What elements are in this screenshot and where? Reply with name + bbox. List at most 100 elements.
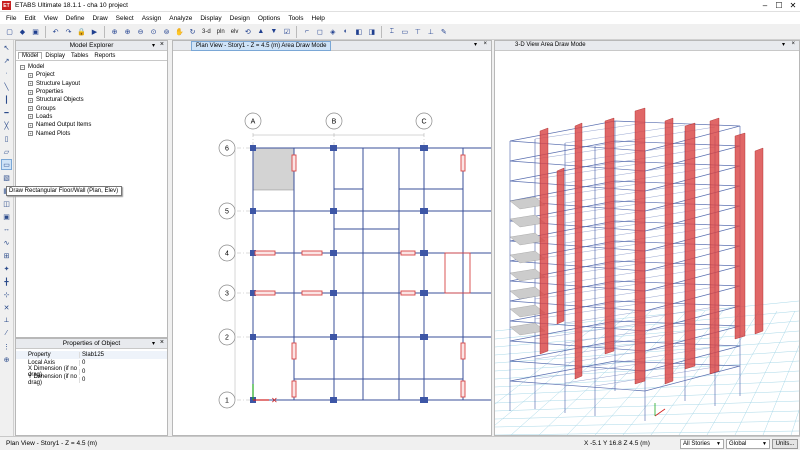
minimize-button[interactable]: – bbox=[758, 0, 772, 12]
link-icon[interactable]: ⊞ bbox=[1, 250, 12, 261]
3d-canvas[interactable] bbox=[495, 51, 799, 435]
menu-tools[interactable]: Tools bbox=[286, 15, 309, 22]
expand-icon[interactable]: + bbox=[28, 114, 33, 120]
property-value[interactable]: 0 bbox=[79, 360, 167, 367]
mid-snap-icon[interactable]: ╋ bbox=[1, 276, 12, 287]
display-options-icon[interactable]: ◐ bbox=[340, 26, 351, 37]
tree-item-loads[interactable]: + Loads bbox=[20, 113, 167, 121]
menu-file[interactable]: File bbox=[4, 15, 22, 22]
property-row[interactable]: Property Slab125 bbox=[16, 351, 167, 360]
rubber-band-icon[interactable]: ◻ bbox=[314, 26, 325, 37]
menu-define[interactable]: Define bbox=[64, 15, 91, 22]
zoom-out-icon[interactable]: ⊖ bbox=[135, 26, 146, 37]
menu-assign[interactable]: Assign bbox=[140, 15, 168, 22]
tendon-icon[interactable]: ∿ bbox=[1, 237, 12, 248]
tree-item-named-plots[interactable]: + Named Plots bbox=[20, 129, 167, 137]
line-snap-icon[interactable]: ⁄ bbox=[1, 328, 12, 339]
property-value[interactable]: 0 bbox=[79, 368, 167, 375]
tab-display[interactable]: Display bbox=[42, 53, 68, 59]
zoom-all-icon[interactable]: ⊚ bbox=[161, 26, 172, 37]
tree-item-structure-layout[interactable]: + Structure Layout bbox=[20, 80, 167, 88]
menu-options[interactable]: Options bbox=[256, 15, 286, 22]
intersect-icon[interactable]: ✕ bbox=[1, 302, 12, 313]
area-void-icon[interactable]: ▧ bbox=[1, 172, 12, 183]
frame-icon[interactable]: ╲ bbox=[1, 81, 12, 92]
zoom-window-icon[interactable]: ⊙ bbox=[148, 26, 159, 37]
rect-floor-icon[interactable]: ▭ bbox=[1, 159, 12, 170]
view-plan-button[interactable]: pln bbox=[215, 29, 227, 35]
plan-view-window[interactable]: Plan View - Story1 - Z = 4.5 (m) Area Dr… bbox=[172, 40, 492, 436]
redo-icon[interactable]: ↷ bbox=[63, 26, 74, 37]
menu-help[interactable]: Help bbox=[310, 15, 331, 22]
expand-icon[interactable]: + bbox=[28, 89, 33, 95]
shell-icon[interactable]: ◧ bbox=[353, 26, 364, 37]
save-icon[interactable]: ▣ bbox=[30, 26, 41, 37]
tree-item-model[interactable]: − Model bbox=[20, 63, 167, 71]
perp-icon[interactable]: ⟂ bbox=[1, 315, 12, 326]
lock-icon[interactable]: 🔒 bbox=[76, 26, 87, 37]
reshape-icon[interactable]: ↗ bbox=[1, 55, 12, 66]
floor-icon[interactable]: ▱ bbox=[1, 146, 12, 157]
pointer-icon[interactable]: ↖ bbox=[1, 42, 12, 53]
close-button[interactable]: ✕ bbox=[786, 0, 800, 12]
tree-item-project[interactable]: + Project bbox=[20, 71, 167, 79]
pin-icon[interactable]: ▾ bbox=[152, 42, 155, 49]
zoom-in-icon[interactable]: ⊕ bbox=[122, 26, 133, 37]
pan-icon[interactable]: ✋ bbox=[174, 26, 185, 37]
set-options-icon[interactable]: ☑ bbox=[281, 26, 292, 37]
beam-icon[interactable]: ━ bbox=[1, 107, 12, 118]
expand-icon[interactable]: + bbox=[28, 81, 33, 87]
tab-reports[interactable]: Reports bbox=[91, 53, 118, 59]
dimension-icon[interactable]: ↔ bbox=[1, 224, 12, 235]
menu-edit[interactable]: Edit bbox=[22, 15, 41, 22]
tree-item-groups[interactable]: + Groups bbox=[20, 104, 167, 112]
select-icon[interactable]: ◈ bbox=[327, 26, 338, 37]
tee-icon[interactable]: ⊤ bbox=[412, 26, 423, 37]
menu-view[interactable]: View bbox=[42, 15, 64, 22]
pointer-icon[interactable]: ⌐ bbox=[301, 26, 312, 37]
snap-grid-icon[interactable]: ⊕ bbox=[1, 354, 12, 365]
menu-design[interactable]: Design bbox=[228, 15, 256, 22]
close-view-icon[interactable]: × bbox=[483, 41, 487, 47]
new-icon[interactable]: ▢ bbox=[4, 26, 15, 37]
menu-draw[interactable]: Draw bbox=[90, 15, 113, 22]
wall-icon[interactable]: ▯ bbox=[1, 133, 12, 144]
expand-icon[interactable]: + bbox=[28, 106, 33, 112]
slab-area[interactable] bbox=[252, 147, 295, 191]
grid-icon[interactable]: ▣ bbox=[1, 211, 12, 222]
expand-icon[interactable]: + bbox=[28, 122, 33, 128]
collapse-icon[interactable]: − bbox=[20, 64, 25, 70]
brace-icon[interactable]: ╳ bbox=[1, 120, 12, 131]
move-down-icon[interactable]: ▼ bbox=[268, 26, 279, 37]
units-button[interactable]: Units... bbox=[772, 439, 798, 449]
fine-grid-icon[interactable]: ⋮ bbox=[1, 341, 12, 352]
tree-item-properties[interactable]: + Properties bbox=[20, 88, 167, 96]
tab-tables[interactable]: Tables bbox=[68, 53, 91, 59]
view-elev-button[interactable]: elv bbox=[229, 29, 241, 35]
refresh-icon[interactable]: ↻ bbox=[187, 26, 198, 37]
expand-icon[interactable]: + bbox=[28, 72, 33, 78]
coord-system-select[interactable]: Global ▼ bbox=[726, 439, 770, 449]
zoom-pan-icon[interactable]: ⊕ bbox=[109, 26, 120, 37]
text-icon[interactable]: ✎ bbox=[438, 26, 449, 37]
pin-icon[interactable]: ▾ bbox=[152, 340, 155, 347]
brace-icon[interactable]: ◨ bbox=[366, 26, 377, 37]
beam-icon[interactable]: ⊥ bbox=[425, 26, 436, 37]
section-cut-icon[interactable]: ◫ bbox=[1, 198, 12, 209]
expand-icon[interactable]: + bbox=[28, 131, 33, 137]
view-3d-button[interactable]: 3-d bbox=[200, 29, 213, 35]
close-icon[interactable]: × bbox=[160, 41, 164, 48]
menu-select[interactable]: Select bbox=[114, 15, 140, 22]
close-view-icon[interactable]: × bbox=[791, 41, 795, 47]
3d-view-window[interactable]: 3-D View Area Draw Mode ▾ × bbox=[494, 40, 800, 436]
joint-icon[interactable]: · bbox=[1, 68, 12, 79]
expand-icon[interactable]: + bbox=[28, 97, 33, 103]
story-select[interactable]: All Stories ▼ bbox=[680, 439, 724, 449]
plan-view-tab[interactable]: Plan View - Story1 - Z = 4.5 (m) Area Dr… bbox=[191, 41, 332, 51]
undo-icon[interactable]: ↶ bbox=[50, 26, 61, 37]
close-icon[interactable]: × bbox=[160, 339, 164, 346]
end-snap-icon[interactable]: ⊹ bbox=[1, 289, 12, 300]
property-value[interactable]: 0 bbox=[79, 377, 167, 384]
property-row[interactable]: Y Dimension (if no drag) 0 bbox=[16, 374, 167, 386]
menu-display[interactable]: Display bbox=[198, 15, 227, 22]
